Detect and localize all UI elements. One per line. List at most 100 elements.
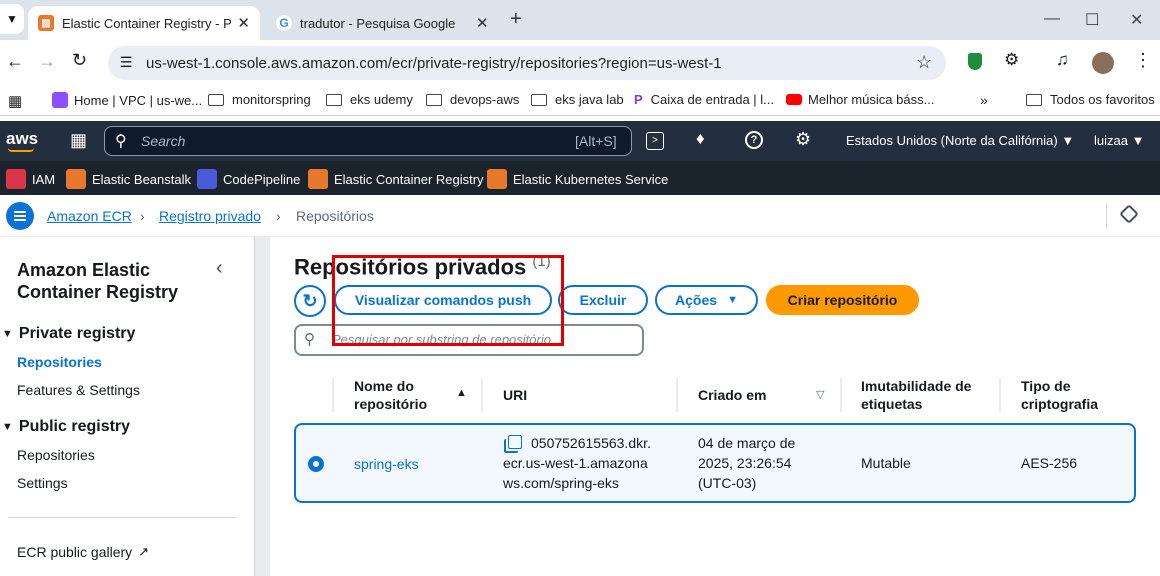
browser-menu-icon[interactable]: ⋮	[1134, 50, 1152, 71]
help-icon[interactable]: ?	[745, 131, 763, 149]
created-at: 04 de março de 2025, 23:26:54 (UTC-03)	[698, 433, 795, 493]
breadcrumb-bar: Amazon ECR › Registro privado › Repositó…	[0, 195, 1160, 237]
sidebar-resize-handle[interactable]	[254, 237, 270, 576]
region-selector[interactable]: Estados Unidos (Norte da Califórnia) ▼	[846, 133, 1074, 148]
aws-favorites-bar: IAM Elastic Beanstalk CodePipeline Elast…	[0, 161, 1160, 195]
column-header-created[interactable]: Criado em	[698, 386, 766, 404]
sidebar-item-features-settings[interactable]: Features & Settings	[17, 382, 140, 398]
sort-ascending-icon[interactable]: ▲	[456, 387, 467, 399]
tab-search-dropdown-icon[interactable]: ▼	[0, 4, 24, 34]
breadcrumb-private-registry[interactable]: Registro privado	[159, 208, 261, 224]
site-info-icon[interactable]: ☰	[120, 54, 133, 71]
column-header-uri[interactable]: URI	[503, 386, 527, 404]
aws-search-box[interactable]: ⚲ Search [Alt+S]	[104, 126, 632, 156]
forward-icon[interactable]: →	[38, 51, 56, 72]
bookmark-eks-java-lab[interactable]: eks java lab	[531, 92, 624, 107]
side-nav-toggle-icon[interactable]	[6, 202, 34, 230]
cloudshell-icon[interactable]: >	[646, 132, 664, 150]
account-menu[interactable]: luizaa ▼	[1094, 133, 1144, 148]
tab-close-icon[interactable]: ✕	[237, 14, 250, 32]
uri-line: ws.com/spring-eks	[503, 475, 619, 491]
delete-button[interactable]: Excluir	[558, 285, 648, 315]
bookmark-devops-aws[interactable]: devops-aws	[426, 92, 519, 107]
bookmark-eks-udemy[interactable]: eks udemy	[326, 92, 413, 107]
close-sidebar-icon[interactable]: ‹	[216, 257, 223, 280]
url-text[interactable]: us-west-1.console.aws.amazon.com/ecr/pri…	[146, 55, 722, 72]
column-divider	[999, 378, 1001, 412]
bookmark-vpc[interactable]: Home | VPC | us-we...	[52, 92, 202, 108]
iam-icon	[6, 169, 26, 189]
aws-logo[interactable]: aws	[6, 129, 38, 149]
actions-dropdown[interactable]: Ações ▼	[655, 285, 758, 315]
breadcrumb-repositories: Repositórios	[296, 208, 374, 224]
services-grid-icon[interactable]: ▦	[70, 130, 87, 151]
sidebar-item-public-settings[interactable]: Settings	[17, 475, 68, 491]
column-header-name[interactable]: Nome do repositório	[354, 377, 434, 413]
chevron-down-icon: ▼	[1131, 133, 1145, 148]
created-line: (UTC-03)	[698, 475, 757, 491]
maximize-icon[interactable]: ☐	[1085, 10, 1099, 30]
favorite-beanstalk[interactable]: Elastic Beanstalk	[66, 169, 191, 189]
profile-avatar[interactable]	[1092, 52, 1114, 74]
section-label: Public registry	[18, 418, 131, 435]
close-window-icon[interactable]: ✕	[1130, 10, 1143, 30]
gallery-label: ECR public gallery	[17, 544, 133, 560]
column-header-encryption[interactable]: Tipo de criptografia	[1021, 377, 1121, 413]
folder-icon	[531, 93, 547, 106]
sort-descending-icon[interactable]: ▽	[816, 388, 824, 401]
refresh-button[interactable]: ↻	[294, 285, 326, 317]
sidebar-item-public-repositories[interactable]: Repositories	[17, 447, 95, 463]
tools-panel-icon[interactable]	[1119, 204, 1139, 224]
public-registry-header[interactable]: ▼ Public registry	[2, 418, 130, 436]
divider	[1106, 203, 1107, 229]
bookmark-monitorspring[interactable]: monitorspring	[208, 92, 311, 107]
favorite-ecr[interactable]: Elastic Container Registry	[308, 169, 484, 189]
extensions-icon[interactable]: ⚙	[1004, 50, 1019, 70]
search-shortcut: [Alt+S]	[575, 133, 617, 149]
favorite-eks[interactable]: Elastic Kubernetes Service	[487, 169, 668, 189]
favorite-codepipeline[interactable]: CodePipeline	[197, 169, 300, 189]
tab-title: Elastic Container Registry - Priva	[61, 15, 232, 31]
bookmark-label: devops-aws	[450, 92, 520, 107]
back-icon[interactable]: ←	[6, 51, 24, 72]
bookmark-label: Todos os favoritos	[1050, 92, 1155, 107]
create-repository-button[interactable]: Criar repositório	[766, 285, 919, 315]
private-registry-header[interactable]: ▼ Private registry	[2, 325, 135, 343]
shield-extension-icon[interactable]	[968, 53, 982, 70]
apps-grid-icon[interactable]: ▦	[8, 92, 22, 110]
bookmark-inbox[interactable]: P Caixa de entrada | l...	[634, 92, 774, 107]
sidebar-title[interactable]: Amazon Elastic Container Registry	[17, 259, 187, 303]
uri-line: 050752615563.dkr.	[531, 435, 651, 451]
main-content: Repositórios privados (1) ↻ Visualizar c…	[270, 237, 1160, 576]
ecr-icon	[308, 169, 328, 189]
bookmark-star-icon[interactable]: ☆	[916, 52, 932, 73]
repository-name-link[interactable]: spring-eks	[354, 454, 419, 474]
tab-close-icon[interactable]: ✕	[476, 14, 489, 32]
tab-google[interactable]: G tradutor - Pesquisa Google ✕	[266, 6, 502, 40]
repository-uri: 050752615563.dkr. ecr.us-west-1.amazona …	[503, 433, 651, 493]
address-bar[interactable]: ☰ us-west-1.console.aws.amazon.com/ecr/p…	[108, 46, 946, 80]
bookmark-all[interactable]: Todos os favoritos	[1026, 92, 1155, 107]
sidebar-item-public-gallery[interactable]: ECR public gallery ↗	[17, 544, 149, 560]
section-label: Private registry	[18, 325, 136, 342]
tab-ecr[interactable]: ▨ Elastic Container Registry - Priva ✕	[28, 6, 260, 40]
breadcrumb-ecr[interactable]: Amazon ECR	[47, 208, 132, 224]
media-control-icon[interactable]: ♫	[1056, 50, 1069, 70]
vpc-icon	[52, 92, 68, 108]
created-line: 04 de março de	[698, 435, 796, 451]
sidebar-item-repositories[interactable]: Repositories	[17, 354, 102, 370]
aws-smile-icon	[8, 148, 34, 152]
notifications-bell-icon[interactable]: ♦	[696, 129, 705, 149]
more-bookmarks-icon[interactable]: »	[980, 92, 988, 108]
reload-icon[interactable]: ↻	[72, 50, 87, 71]
table-row[interactable]: spring-eks 050752615563.dkr. ecr.us-west…	[294, 423, 1136, 503]
folder-icon	[208, 93, 224, 106]
favorite-iam[interactable]: IAM	[6, 169, 55, 189]
bookmark-music[interactable]: Melhor música báss...	[786, 92, 934, 107]
minimize-icon[interactable]: —	[1044, 10, 1060, 28]
row-radio-selected[interactable]	[308, 456, 324, 472]
folder-icon	[326, 93, 342, 106]
settings-gear-icon[interactable]: ⚙	[795, 129, 811, 150]
new-tab-icon[interactable]: +	[510, 8, 522, 31]
column-header-mutability[interactable]: Imutabilidade de etiquetas	[861, 377, 981, 413]
